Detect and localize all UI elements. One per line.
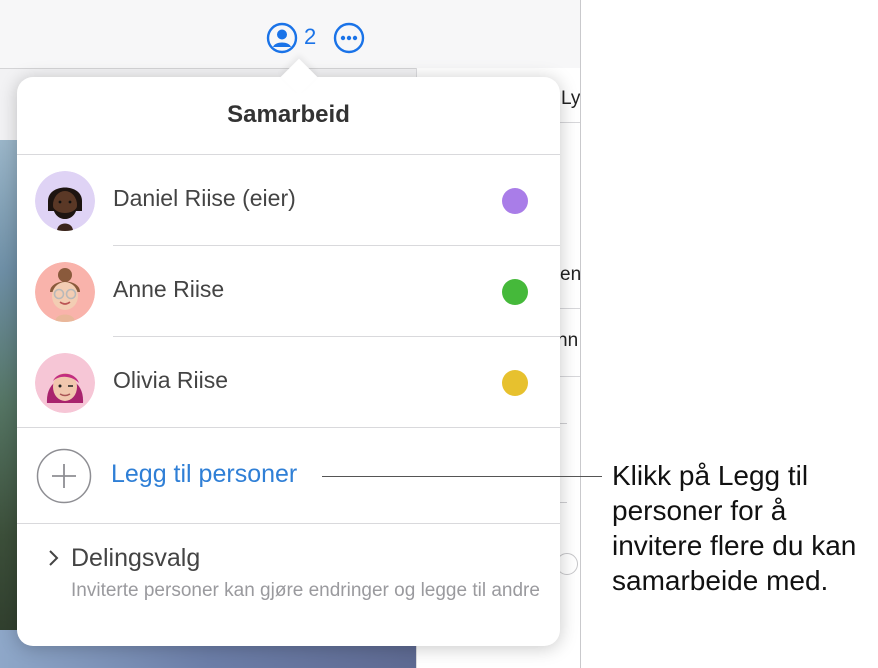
callout-text: Klikk på Legg til personer for å inviter… <box>612 460 857 596</box>
chevron-right-icon <box>49 550 59 566</box>
add-people-label[interactable]: Legg til personer <box>111 460 297 489</box>
ellipsis-circle-icon[interactable] <box>333 22 365 54</box>
participant-color-dot <box>502 279 528 305</box>
participant-name: Anne Riise <box>113 276 225 302</box>
sharing-options-row[interactable]: Delingsvalg Inviterte personer kan gjøre… <box>17 524 560 646</box>
participant-color-dot <box>502 370 528 396</box>
participant-row[interactable]: Olivia Riise <box>17 337 560 428</box>
popover-title: Samarbeid <box>227 101 350 128</box>
person-circle-icon[interactable] <box>266 22 298 54</box>
participant-name: Olivia Riise <box>113 367 229 393</box>
memoji-bearded-man-avatar <box>35 171 95 231</box>
sidebar-fragment: Ly <box>561 88 581 109</box>
plus-circle-icon[interactable] <box>36 448 92 504</box>
collaborator-count[interactable]: 2 <box>304 24 316 50</box>
collaboration-popover: Samarbeid Daniel Riise (eier) Anne Riise… <box>17 58 560 646</box>
participant-color-dot <box>502 188 528 214</box>
sharing-options-title[interactable]: Delingsvalg <box>71 544 200 573</box>
participant-name: Daniel Riise (eier) <box>113 185 296 211</box>
participant-row[interactable]: Daniel Riise (eier) <box>17 155 560 246</box>
participant-row[interactable]: Anne Riise <box>17 246 560 337</box>
sidebar-fragment: nn <box>557 330 579 351</box>
memoji-pink-hair-avatar <box>35 353 95 413</box>
toolbar: 2 <box>0 0 580 69</box>
memoji-woman-glasses-avatar <box>35 262 95 322</box>
sharing-options-description: Inviterte personer kan gjøre endringer o… <box>71 580 540 601</box>
sidebar-fragment: en <box>560 264 581 285</box>
callout-line <box>322 476 602 477</box>
